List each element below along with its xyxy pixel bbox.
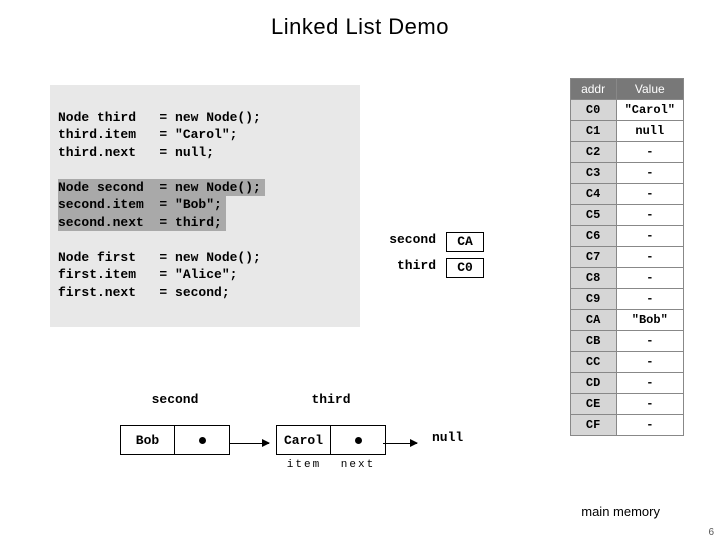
node-item-second: Bob	[121, 426, 175, 454]
node-next-second	[175, 426, 229, 454]
memory-value-cell: null	[616, 121, 683, 142]
memory-row: CC-	[570, 352, 683, 373]
memory-value-cell: -	[616, 268, 683, 289]
memory-row: CF-	[570, 415, 683, 436]
memory-value-cell: -	[616, 205, 683, 226]
item-caption: item	[277, 459, 331, 471]
memory-value-cell: -	[616, 163, 683, 184]
memory-addr-cell: C7	[570, 247, 616, 268]
code-line: second.next = third;	[58, 214, 352, 232]
code-line: first.item = "Alice";	[58, 266, 352, 284]
pointer-value-second: CA	[446, 232, 484, 252]
code-line: Node second = new Node();	[58, 179, 352, 197]
memory-addr-cell: C4	[570, 184, 616, 205]
memory-row: C8-	[570, 268, 683, 289]
memory-value-cell: -	[616, 352, 683, 373]
node-diagram: second Bob third Carol item next null	[120, 392, 463, 471]
pointer-value-third: C0	[446, 258, 484, 278]
memory-value-cell: "Carol"	[616, 100, 683, 121]
memory-addr-cell: CD	[570, 373, 616, 394]
memory-addr-cell: C9	[570, 289, 616, 310]
memory-row: C1null	[570, 121, 683, 142]
node-sublabels: item next	[277, 459, 385, 471]
memory-value-cell: -	[616, 247, 683, 268]
arrow-icon	[229, 443, 269, 444]
pointer-dot-icon	[199, 437, 206, 444]
code-line: third.item = "Carol";	[58, 126, 352, 144]
null-terminal: null	[432, 430, 463, 445]
pointer-dot-icon	[355, 437, 362, 444]
memory-addr-cell: CC	[570, 352, 616, 373]
memory-addr-cell: CB	[570, 331, 616, 352]
memory-addr-cell: C6	[570, 226, 616, 247]
memory-table: addr Value C0"Carol"C1nullC2-C3-C4-C5-C6…	[570, 78, 684, 436]
pointer-name-third: third	[380, 258, 446, 278]
memory-addr-cell: C0	[570, 100, 616, 121]
memory-value-cell: -	[616, 142, 683, 163]
code-line: Node first = new Node();	[58, 249, 352, 267]
pointer-name-second: second	[380, 232, 446, 252]
next-caption: next	[331, 459, 385, 471]
memory-row: C7-	[570, 247, 683, 268]
memory-value-cell: -	[616, 373, 683, 394]
memory-value-cell: -	[616, 226, 683, 247]
memory-row: C9-	[570, 289, 683, 310]
code-block: Node third = new Node();third.item = "Ca…	[50, 85, 360, 327]
memory-row: C5-	[570, 205, 683, 226]
memory-header-addr: addr	[570, 79, 616, 100]
memory-row: CB-	[570, 331, 683, 352]
memory-value-cell: "Bob"	[616, 310, 683, 331]
memory-addr-cell: C2	[570, 142, 616, 163]
node-next-third	[331, 426, 385, 454]
memory-addr-cell: C8	[570, 268, 616, 289]
memory-header-value: Value	[616, 79, 683, 100]
memory-value-cell: -	[616, 415, 683, 436]
memory-row: C4-	[570, 184, 683, 205]
node-label-third: third	[311, 392, 350, 407]
memory-row: C0"Carol"	[570, 100, 683, 121]
memory-row: CA"Bob"	[570, 310, 683, 331]
memory-value-cell: -	[616, 184, 683, 205]
memory-row: C2-	[570, 142, 683, 163]
pointer-registers: second CA third C0	[380, 232, 484, 284]
code-line: first.next = second;	[58, 284, 352, 302]
memory-addr-cell: CE	[570, 394, 616, 415]
node-box-second: Bob	[120, 425, 230, 455]
memory-row: C6-	[570, 226, 683, 247]
page-number: 6	[708, 527, 714, 538]
code-line: third.next = null;	[58, 144, 352, 162]
memory-addr-cell: CA	[570, 310, 616, 331]
code-line: second.item = "Bob";	[58, 196, 352, 214]
memory-value-cell: -	[616, 394, 683, 415]
memory-value-cell: -	[616, 289, 683, 310]
code-line: Node third = new Node();	[58, 109, 352, 127]
memory-row: CD-	[570, 373, 683, 394]
memory-row: C3-	[570, 163, 683, 184]
memory-caption: main memory	[581, 504, 660, 519]
node-box-third: Carol	[276, 425, 386, 455]
memory-addr-cell: C3	[570, 163, 616, 184]
node-label-second: second	[152, 392, 199, 407]
arrow-icon	[383, 443, 417, 444]
node-item-third: Carol	[277, 426, 331, 454]
memory-row: CE-	[570, 394, 683, 415]
page-title: Linked List Demo	[0, 0, 720, 40]
memory-addr-cell: C5	[570, 205, 616, 226]
memory-addr-cell: CF	[570, 415, 616, 436]
memory-addr-cell: C1	[570, 121, 616, 142]
memory-value-cell: -	[616, 331, 683, 352]
